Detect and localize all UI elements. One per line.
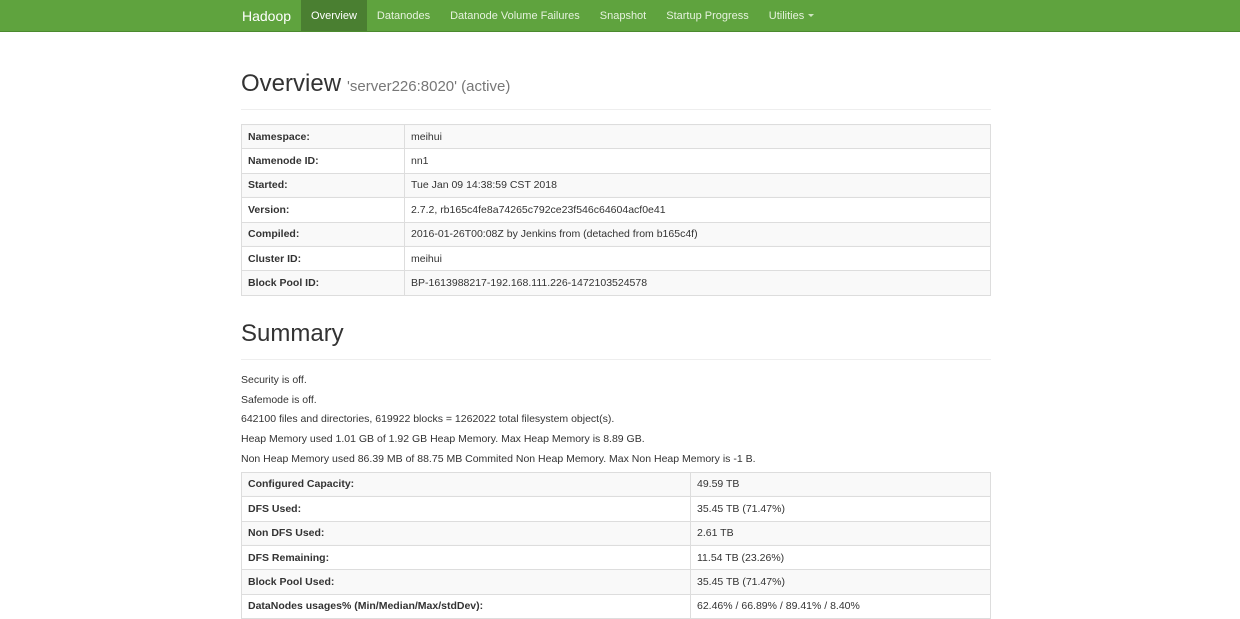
safemode-status: Safemode is off.: [241, 393, 317, 406]
row-key: Namenode ID:: [241, 148, 405, 174]
overview-title: Overview: [241, 70, 342, 97]
nav-datanode-volume-failures[interactable]: Datanode Volume Failures: [440, 0, 590, 31]
table-row: Started: Tue Jan 09 14:38:59 CST 2018: [241, 172, 991, 198]
row-value: BP-1613988217-192.168.111.226-1472103524…: [404, 270, 991, 296]
main-content: Overview 'server226:8020' (active) Names…: [241, 32, 991, 619]
nav-startup-progress[interactable]: Startup Progress: [656, 0, 759, 31]
row-value: 11.54 TB (23.26%): [690, 544, 991, 570]
table-row: DataNodes usages% (Min/Median/Max/stdDev…: [241, 593, 991, 619]
table-row: DFS Remaining: 11.54 TB (23.26%): [241, 544, 991, 570]
table-row: Block Pool ID: BP-1613988217-192.168.111…: [241, 270, 991, 296]
row-key: DFS Used:: [241, 496, 691, 521]
row-value: 49.59 TB: [690, 471, 991, 497]
row-value: meihui: [404, 245, 991, 271]
heap-memory: Heap Memory used 1.01 GB of 1.92 GB Heap…: [241, 433, 645, 446]
summary-table: Configured Capacity: 49.59 TB DFS Used: …: [241, 471, 991, 619]
nav-utilities-label: Utilities: [768, 9, 805, 22]
row-value: meihui: [404, 123, 991, 149]
summary-title: Summary: [241, 319, 344, 347]
overview-subtitle: 'server226:8020' (active): [347, 78, 511, 95]
table-row: Compiled: 2016-01-26T00:08Z by Jenkins f…: [241, 221, 991, 247]
navbar: Hadoop Overview Datanodes Datanode Volum…: [0, 0, 1240, 32]
nav-datanodes[interactable]: Datanodes: [367, 0, 440, 31]
row-value: 2016-01-26T00:08Z by Jenkins from (detac…: [404, 221, 991, 247]
table-row: Namenode ID: nn1: [241, 148, 991, 174]
summary-header: Summary: [241, 320, 991, 360]
table-row: Cluster ID: meihui: [241, 245, 991, 271]
row-value: 2.7.2, rb165c4fe8a74265c792ce23f546c6460…: [404, 197, 991, 223]
row-key: Namespace:: [241, 123, 405, 149]
table-row: Namespace: meihui: [241, 123, 991, 149]
row-value: 62.46% / 66.89% / 89.41% / 8.40%: [690, 593, 991, 619]
overview-table: Namespace: meihui Namenode ID: nn1 Start…: [241, 123, 991, 296]
summary-lines: Security is off. Safemode is off. 642100…: [241, 373, 991, 472]
table-row: DFS Used: 35.45 TB (71.47%): [241, 496, 991, 521]
row-value: Tue Jan 09 14:38:59 CST 2018: [404, 172, 991, 198]
row-key: Block Pool ID:: [241, 270, 405, 296]
brand-logo[interactable]: Hadoop: [231, 0, 301, 31]
nav-utilities-dropdown[interactable]: Utilities: [759, 0, 824, 31]
table-row: Block Pool Used: 35.45 TB (71.47%): [241, 569, 991, 595]
row-key: Started:: [241, 172, 405, 198]
row-value: 35.45 TB (71.47%): [690, 496, 991, 521]
nav-snapshot[interactable]: Snapshot: [590, 0, 656, 31]
nav-overview[interactable]: Overview: [301, 0, 367, 31]
table-row: Non DFS Used: 2.61 TB: [241, 520, 991, 546]
row-key: Configured Capacity:: [241, 471, 691, 497]
table-row: Configured Capacity: 49.59 TB: [241, 471, 991, 497]
row-key: DFS Remaining:: [241, 544, 691, 570]
row-key: Non DFS Used:: [241, 520, 691, 546]
non-heap-memory: Non Heap Memory used 86.39 MB of 88.75 M…: [241, 452, 756, 465]
row-key: Compiled:: [241, 221, 405, 247]
security-status: Security is off.: [241, 373, 307, 386]
chevron-down-icon: [808, 14, 815, 17]
row-value: nn1: [404, 148, 991, 174]
overview-header: Overview 'server226:8020' (active): [241, 70, 991, 110]
row-key: Block Pool Used:: [241, 569, 691, 595]
row-key: Version:: [241, 197, 405, 223]
row-key: DataNodes usages% (Min/Median/Max/stdDev…: [241, 593, 691, 619]
filesystem-objects: 642100 files and directories, 619922 blo…: [241, 413, 615, 426]
row-key: Cluster ID:: [241, 245, 405, 271]
table-row: Version: 2.7.2, rb165c4fe8a74265c792ce23…: [241, 197, 991, 223]
row-value: 2.61 TB: [690, 520, 991, 546]
row-value: 35.45 TB (71.47%): [690, 569, 991, 595]
